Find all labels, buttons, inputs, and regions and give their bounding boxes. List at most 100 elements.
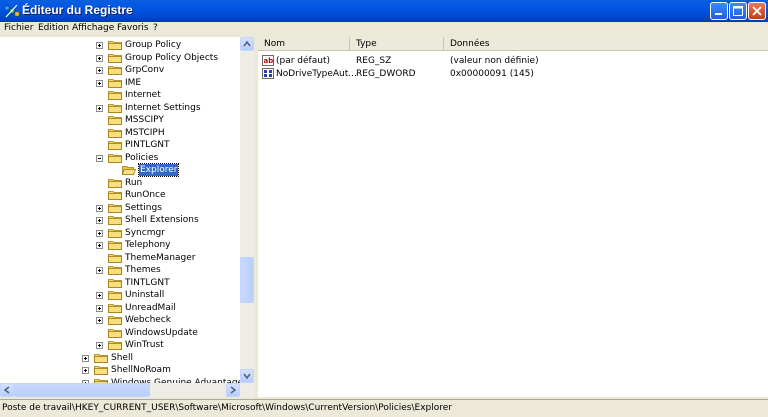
tree-item[interactable]: MSTCIPH: [0, 127, 240, 139]
scroll-thumb[interactable]: [240, 257, 254, 303]
tree-item[interactable]: PINTLGNT: [0, 139, 240, 151]
tree-item[interactable]: Shell: [0, 352, 240, 364]
menu-bar: Fichier Edition Affichage Favoris ?: [0, 22, 768, 36]
menu-edition[interactable]: Edition: [38, 23, 69, 33]
column-header-data[interactable]: Données: [444, 37, 768, 51]
binary-value-icon: [262, 68, 274, 79]
status-path: Poste de travail\HKEY_CURRENT_USER\Softw…: [2, 403, 453, 413]
tree-item[interactable]: Shell Extensions: [0, 214, 240, 226]
tree-item[interactable]: RunOnce: [0, 189, 240, 201]
chevron-down-icon: [243, 373, 251, 380]
scroll-left-button[interactable]: [0, 383, 14, 397]
expand-icon[interactable]: [96, 292, 103, 299]
close-icon: [752, 6, 762, 16]
tree-item[interactable]: IME: [0, 77, 240, 89]
table-row[interactable]: ab (par défaut) REG_SZ (valeur non défin…: [258, 55, 768, 67]
expand-icon[interactable]: [96, 217, 103, 224]
table-row[interactable]: NoDriveTypeAut... REG_DWORD 0x00000091 (…: [258, 68, 768, 80]
expand-icon[interactable]: [96, 242, 103, 249]
tree-item-label: Internet Settings: [125, 103, 201, 113]
scroll-right-button[interactable]: [226, 383, 240, 397]
menu-help[interactable]: ?: [153, 23, 158, 33]
folder-icon: [108, 154, 122, 163]
value-type: REG_SZ: [356, 56, 392, 66]
scroll-up-button[interactable]: [240, 37, 254, 51]
chevron-up-icon: [243, 40, 251, 47]
tree-item[interactable]: ShellNoRoam: [0, 364, 240, 376]
menu-affichage[interactable]: Affichage: [72, 23, 114, 33]
expand-icon[interactable]: [82, 367, 89, 374]
tree-horizontal-scrollbar[interactable]: [0, 383, 254, 397]
folder-icon: [108, 191, 122, 200]
tree-item-label: GrpConv: [125, 65, 165, 75]
tree-item-label: Themes: [125, 265, 161, 275]
menu-fichier[interactable]: Fichier: [4, 23, 33, 33]
expand-icon[interactable]: [96, 55, 103, 62]
tree-item-label: Settings: [125, 203, 162, 213]
tree-item-label: Shell Extensions: [125, 215, 199, 225]
folder-icon: [108, 54, 122, 63]
tree-item[interactable]: Syncmgr: [0, 227, 240, 239]
expand-icon[interactable]: [96, 205, 103, 212]
tree-item[interactable]: Explorer: [0, 163, 240, 177]
tree-item-label: Telephony: [125, 240, 171, 250]
maximize-button[interactable]: [729, 2, 747, 20]
expand-icon[interactable]: [96, 317, 103, 324]
expand-icon[interactable]: [96, 230, 103, 237]
tree-item-label: Shell: [111, 353, 133, 363]
tree-item-label: Uninstall: [125, 290, 165, 300]
expand-icon[interactable]: [96, 42, 103, 49]
tree-item[interactable]: MSSCIPY: [0, 114, 240, 126]
folder-icon: [108, 266, 122, 275]
tree-item[interactable]: Group Policy: [0, 39, 240, 51]
expand-icon[interactable]: [96, 342, 103, 349]
column-header-type[interactable]: Type: [350, 37, 444, 51]
tree-item[interactable]: Policies: [0, 152, 240, 164]
close-button[interactable]: [748, 2, 766, 20]
tree-item[interactable]: Telephony: [0, 239, 240, 251]
tree-item[interactable]: Themes: [0, 264, 240, 276]
collapse-icon[interactable]: [96, 155, 103, 162]
column-header-name[interactable]: Nom: [258, 37, 350, 51]
open-folder-icon: [122, 166, 136, 175]
tree-item[interactable]: Group Policy Objects: [0, 52, 240, 64]
scroll-down-button[interactable]: [240, 369, 254, 383]
chevron-left-icon: [3, 386, 10, 394]
title-bar[interactable]: Éditeur du Registre: [0, 0, 768, 22]
tree-item-label: MSTCIPH: [125, 128, 165, 138]
tree-item[interactable]: Uninstall: [0, 289, 240, 301]
minimize-button[interactable]: [710, 2, 728, 20]
tree-item[interactable]: Run: [0, 177, 240, 189]
folder-icon: [108, 254, 122, 263]
folder-icon: [108, 66, 122, 75]
expand-icon[interactable]: [96, 67, 103, 74]
expand-icon[interactable]: [96, 305, 103, 312]
tree-item[interactable]: WindowsUpdate: [0, 327, 240, 339]
tree-item[interactable]: WinTrust: [0, 339, 240, 351]
tree-item[interactable]: GrpConv: [0, 64, 240, 76]
tree-item[interactable]: Internet: [0, 89, 240, 101]
tree-item-label: Policies: [125, 153, 159, 163]
tree-item[interactable]: UnreadMail: [0, 302, 240, 314]
folder-icon: [108, 116, 122, 125]
tree-item[interactable]: ThemeManager: [0, 252, 240, 264]
value-data: 0x00000091 (145): [450, 69, 534, 79]
horizontal-scroll-thumb[interactable]: [14, 383, 150, 397]
regedit-icon: [4, 4, 20, 18]
folder-icon: [108, 79, 122, 88]
folder-icon: [94, 366, 108, 375]
expand-icon[interactable]: [96, 105, 103, 112]
expand-icon[interactable]: [82, 355, 89, 362]
folder-icon: [108, 91, 122, 100]
tree-item[interactable]: TINTLGNT: [0, 277, 240, 289]
menu-favoris[interactable]: Favoris: [117, 23, 149, 33]
registry-tree[interactable]: Group Policy Group Policy Objects GrpConv I…: [0, 37, 241, 383]
tree-item[interactable]: Internet Settings: [0, 102, 240, 114]
expand-icon[interactable]: [96, 267, 103, 274]
expand-icon[interactable]: [96, 80, 103, 87]
tree-item-label: Internet: [125, 90, 161, 100]
tree-vertical-scrollbar[interactable]: [240, 37, 254, 383]
tree-item[interactable]: Settings: [0, 202, 240, 214]
tree-item[interactable]: Webcheck: [0, 314, 240, 326]
values-list[interactable]: Nom Type Données ab (par défaut) REG_SZ …: [258, 37, 768, 397]
